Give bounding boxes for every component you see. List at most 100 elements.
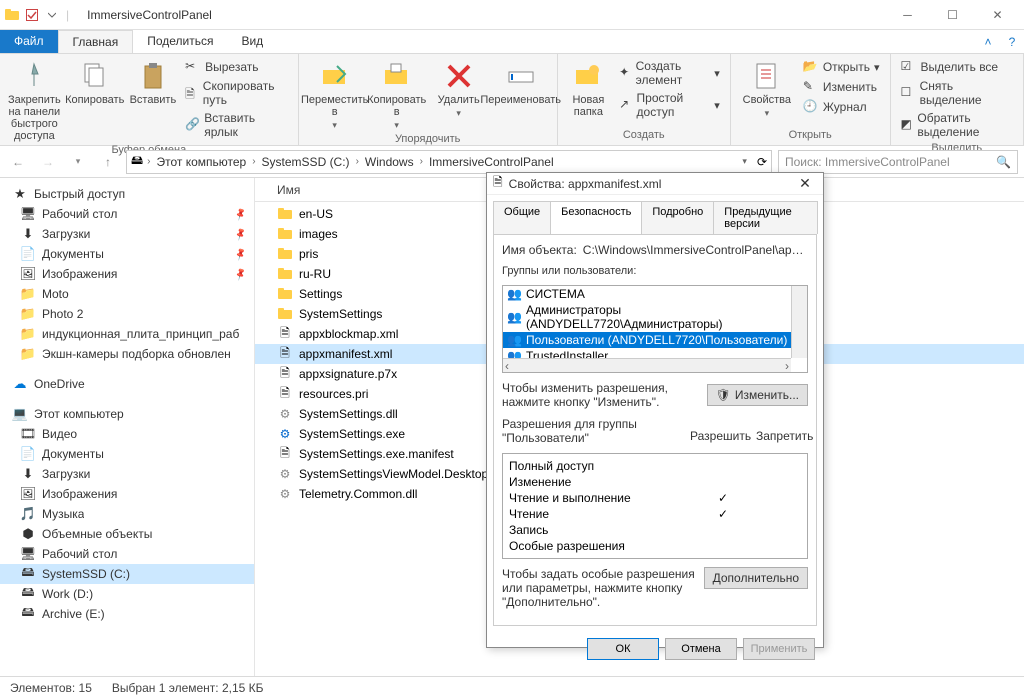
file-name: ru-RU [299,267,331,281]
permission-row: Особые разрешения [509,538,801,554]
user-icon: 👥 [507,287,522,301]
group-item[interactable]: 👥СИСТЕМА [503,286,807,302]
apply-button[interactable]: Применить [743,638,815,660]
nav-item[interactable]: 📁Экшн-камеры подборка обновлен [0,344,254,364]
help-icon[interactable]: ? [1000,30,1024,53]
open-button[interactable]: 📂Открыть ▾ [801,58,882,76]
tab-home[interactable]: Главная [58,30,134,53]
nav-item[interactable]: 🎵Музыка [0,504,254,524]
copyto-button[interactable]: Копировать в▾ [369,58,425,131]
nav-item[interactable]: ⬢Объемные объекты [0,524,254,544]
rename-icon [505,60,537,92]
dialog-tab-details[interactable]: Подробно [641,201,714,234]
selectnone-button[interactable]: ☐Снять выделение [899,78,1016,108]
ribbon-collapse-icon[interactable]: ˄ [976,30,1000,53]
path-icon: 🗎 [185,85,199,101]
nav-item[interactable]: 🖼Изображения [0,484,254,504]
nav-onedrive[interactable]: ☁OneDrive [0,374,254,394]
back-button[interactable]: ← [6,150,30,174]
nav-item[interactable]: 🎞Видео [0,424,254,444]
dialog-tab-previous[interactable]: Предыдущие версии [713,201,818,234]
group-item[interactable]: 👥Администраторы (ANDYDELL7720\Администра… [503,302,807,332]
file-icon: 🗎 [277,366,293,382]
file-icon: 🗎 [277,446,293,462]
edit-button[interactable]: ✎Изменить [801,78,882,96]
breadcrumb[interactable]: SystemSSD (C:) [260,155,352,169]
address-bar[interactable]: 🖴 › Этот компьютер› SystemSSD (C:)› Wind… [126,150,772,174]
permission-row: Чтение✓ [509,506,801,522]
nav-item[interactable]: 🖴Archive (E:) [0,604,254,624]
nav-thispc[interactable]: 💻Этот компьютер [0,404,254,424]
pin-quickaccess-button[interactable]: Закрепить на панели быстрого доступа [8,58,61,142]
file-name: pris [299,247,318,261]
search-input[interactable]: Поиск: ImmersiveControlPanel 🔍 [778,150,1018,174]
history-button[interactable]: 🕘Журнал [801,98,882,116]
maximize-button[interactable]: ☐ [930,1,975,29]
nav-item[interactable]: 🖥Рабочий стол [0,544,254,564]
nav-item[interactable]: 🖥Рабочий стол [0,204,254,224]
cut-button[interactable]: ✂Вырезать [183,58,290,76]
properties-button[interactable]: Свойства▾ [739,58,795,119]
permission-row: Полный доступ [509,458,801,474]
dll-icon: ⚙ [277,466,293,482]
tab-view[interactable]: Вид [227,30,277,53]
breadcrumb[interactable]: Windows [363,155,416,169]
nav-quickaccess[interactable]: ★Быстрый доступ [0,184,254,204]
scrollbar-horizontal[interactable]: ‹› [503,358,791,372]
paste-button[interactable]: Вставить [129,58,177,106]
nav-item[interactable]: 📁индукционная_плита_принцип_раб [0,324,254,344]
delete-button[interactable]: Удалить▾ [431,58,487,119]
dialog-tab-general[interactable]: Общие [493,201,551,234]
properties-dialog: 🗎 Свойства: appxmanifest.xml ✕ Общие Без… [486,172,824,648]
invert-button[interactable]: ◩Обратить выделение [899,110,1016,140]
nav-item[interactable]: 📄Документы [0,244,254,264]
edit-permissions-button[interactable]: 🛡 Изменить... [707,384,808,406]
advanced-button[interactable]: Дополнительно [704,567,808,589]
downloads-icon: ⬇ [20,466,36,482]
selectall-icon: ☑ [901,59,917,75]
nav-item[interactable]: 📁Moto [0,284,254,304]
nav-item[interactable]: ⬇Загрузки [0,464,254,484]
groups-listbox[interactable]: 👥СИСТЕМА👥Администраторы (ANDYDELL7720\Ад… [502,285,808,373]
close-button[interactable]: ✕ [975,1,1020,29]
minimize-button[interactable]: ─ [885,1,930,29]
nav-item[interactable]: ⬇Загрузки [0,224,254,244]
refresh-icon[interactable]: ⟳ [757,155,767,169]
moveto-button[interactable]: Переместить в▾ [307,58,363,131]
addressbar-dropdown-icon[interactable]: ▾ [742,156,747,167]
dialog-tab-security[interactable]: Безопасность [550,201,642,234]
pictures-icon: 🖼 [20,266,36,282]
nav-item[interactable]: 🖴Work (D:) [0,584,254,604]
qat-checkbox-icon[interactable] [24,7,40,23]
nav-item[interactable]: 📄Документы [0,444,254,464]
ok-button[interactable]: ОК [587,638,659,660]
rename-button[interactable]: Переименовать [493,58,549,106]
file-name: SystemSettings.dll [299,407,398,421]
breadcrumb[interactable]: ImmersiveControlPanel [427,155,556,169]
copy-button[interactable]: Копировать [67,58,123,106]
3d-icon: ⬢ [20,526,36,542]
newitem-button[interactable]: ✦Создать элемент ▾ [617,58,722,88]
documents-icon: 📄 [20,446,36,462]
group-item[interactable]: 👥Пользователи (ANDYDELL7720\Пользователи… [503,332,807,348]
dialog-close-button[interactable]: ✕ [793,175,817,192]
breadcrumb[interactable]: Этот компьютер [154,155,248,169]
nav-item[interactable]: 📁Photo 2 [0,304,254,324]
history-icon: 🕘 [803,99,819,115]
pasteshortcut-button[interactable]: 🔗Вставить ярлык [183,110,290,140]
newfolder-button[interactable]: Новая папка [566,58,611,118]
easyaccess-button[interactable]: ↗Простой доступ ▾ [617,90,722,120]
recent-dropdown[interactable]: ▾ [66,150,90,174]
qat-dropdown-icon[interactable] [44,7,60,23]
nav-item[interactable]: 🖴SystemSSD (C:) [0,564,254,584]
cancel-button[interactable]: Отмена [665,638,737,660]
scrollbar[interactable] [791,286,807,358]
forward-button[interactable]: → [36,150,60,174]
navigation-pane[interactable]: ★Быстрый доступ🖥Рабочий стол⬇Загрузки📄До… [0,178,255,676]
tab-share[interactable]: Поделиться [133,30,227,53]
copypath-button[interactable]: 🗎Скопировать путь [183,78,290,108]
tab-file[interactable]: Файл [0,30,58,53]
selectall-button[interactable]: ☑Выделить все [899,58,1016,76]
nav-item[interactable]: 🖼Изображения [0,264,254,284]
up-button[interactable]: ↑ [96,150,120,174]
